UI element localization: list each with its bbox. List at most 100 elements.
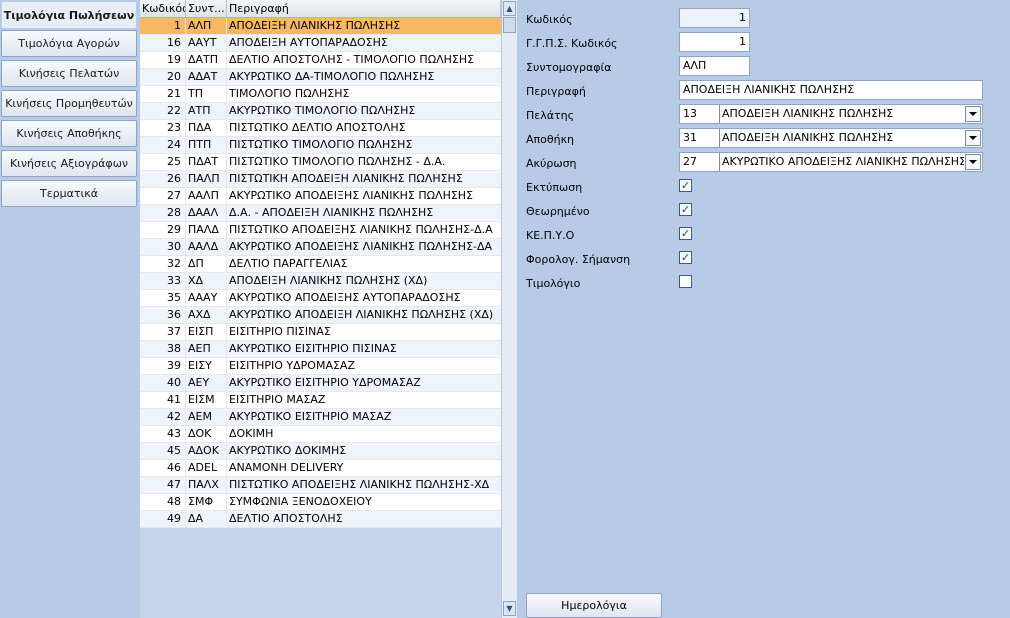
row-abbreviation-cell: ΠΔΑ: [186, 120, 227, 136]
row-description-cell: ΑΚΥΡΩΤΙΚΟ ΑΠΟΔΕΙΞΗΣ ΛΙΑΝΙΚΗΣ ΠΩΛΗΣΗΣ: [229, 189, 474, 202]
table-row[interactable]: 19 ΔΑΤΠ ΔΕΛΤΙΟ ΑΠΟΣΤΟΛΗΣ - ΤΙΜΟΛΟΓΙΟ ΠΩΛΗΣ…: [140, 52, 501, 69]
sidebar-item-supplier-transactions[interactable]: Κινήσεις Προμηθευτών: [1, 90, 137, 117]
row-code-cell: 24: [140, 137, 186, 153]
sidebar-item-purchase-invoices[interactable]: Τιμολόγια Αγορών: [1, 30, 137, 57]
table-row[interactable]: 30 ΑΑΛΔ ΑΚΥΡΩΤΙΚΟ ΑΠΟΔΕΙΞΗΣ ΛΙΑΝΙΚΗΣ ΠΩΛΗΣ…: [140, 239, 501, 256]
scroll-up-arrow-icon[interactable]: ▲: [503, 1, 516, 16]
row-description-cell: ΑΚΥΡΩΤΙΚΟ ΔΑ-ΤΙΜΟΛΟΓΙΟ ΠΩΛΗΣΗΣ: [229, 70, 435, 83]
checkmark-icon: ✓: [680, 179, 691, 192]
kepyo-checkbox[interactable]: ✓: [679, 227, 692, 240]
table-row[interactable]: 32 ΔΠ ΔΕΛΤΙΟ ΠΑΡΑΓΓΕΛΙΑΣ: [140, 256, 501, 273]
row-code-cell: 36: [140, 307, 186, 323]
row-abbreviation-cell: ΑΤΠ: [186, 103, 227, 119]
dropdown-arrow-icon[interactable]: [965, 106, 981, 122]
cancellation-combo[interactable]: 27 ΑΚΥΡΩΤΙΚΟ ΑΠΟΔΕΙΞΗΣ ΛΙΑΝΙΚΗΣ ΠΩΛΗΣΗΣ: [679, 152, 983, 172]
sidebar-item-securities-transactions[interactable]: Κινήσεις Αξιογράφων: [1, 150, 137, 177]
table-row[interactable]: 43 ΔΟΚ ΔΟΚΙΜΗ: [140, 426, 501, 443]
sidebar-item-customer-transactions[interactable]: Κινήσεις Πελατών: [1, 60, 137, 87]
row-description-cell: ΠΙΣΤΩΤΙΚΟ ΑΠΟΔΕΙΞΗΣ ΛΙΑΝΙΚΗΣ ΠΩΛΗΣΗΣ-Δ.Α: [229, 223, 493, 236]
row-code-cell: 49: [140, 511, 186, 527]
row-code-cell: 38: [140, 341, 186, 357]
table-row[interactable]: 40 ΑΕΥ ΑΚΥΡΩΤΙΚΟ ΕΙΣΙΤΗΡΙΟ ΥΔΡΟΜΑΣΑΖ: [140, 375, 501, 392]
customer-combo[interactable]: 13 ΑΠΟΔΕΙΞΗ ΛΙΑΝΙΚΗΣ ΠΩΛΗΣΗΣ: [679, 104, 983, 124]
table-row[interactable]: 48 ΣΜΦ ΣΥΜΦΩΝΙΑ ΞΕΝΟΔΟΧΕΙΟΥ: [140, 494, 501, 511]
table-row[interactable]: 21 ΤΠ ΤΙΜΟΛΟΓΙΟ ΠΩΛΗΣΗΣ: [140, 86, 501, 103]
vertical-scrollbar[interactable]: ▲ ▼: [501, 0, 517, 618]
warehouse-description: ΑΠΟΔΕΙΞΗ ΛΙΑΝΙΚΗΣ ΠΩΛΗΣΗΣ: [722, 131, 894, 144]
table-row[interactable]: 20 ΑΔΑΤ ΑΚΥΡΩΤΙΚΟ ΔΑ-ΤΙΜΟΛΟΓΙΟ ΠΩΛΗΣΗΣ: [140, 69, 501, 86]
table-row[interactable]: 36 ΑΧΔ ΑΚΥΡΩΤΙΚΟ ΑΠΟΔΕΙΞΗ ΛΙΑΝΙΚΗΣ ΠΩΛΗΣΗΣ…: [140, 307, 501, 324]
column-header-abbreviation[interactable]: Συντ...: [186, 0, 227, 17]
table-row[interactable]: 38 ΑΕΠ ΑΚΥΡΩΤΙΚΟ ΕΙΣΙΤΗΡΙΟ ΠΙΣΙΝΑΣ: [140, 341, 501, 358]
calendars-button[interactable]: Ημερολόγια: [526, 593, 662, 618]
row-abbreviation-cell: ΧΔ: [186, 273, 227, 289]
grid-rows: 1 ΑΛΠ ΑΠΟΔΕΙΞΗ ΛΙΑΝΙΚΗΣ ΠΩΛΗΣΗΣ 16 ΑΑΥΤ ΑΠΟΔΕ…: [140, 18, 501, 528]
row-description-cell: ΑΚΥΡΩΤΙΚΟ ΕΙΣΙΤΗΡΙΟ ΜΑΣΑΖ: [229, 410, 392, 423]
table-row[interactable]: 1 ΑΛΠ ΑΠΟΔΕΙΞΗ ΛΙΑΝΙΚΗΣ ΠΩΛΗΣΗΣ: [140, 18, 501, 35]
scrollbar-thumb[interactable]: [503, 17, 516, 33]
column-header-description[interactable]: Περιγραφή: [227, 0, 501, 17]
row-description-cell: ΑΠΟΔΕΙΞΗ ΛΙΑΝΙΚΗΣ ΠΩΛΗΣΗΣ (ΧΔ): [229, 274, 428, 287]
customer-code[interactable]: 13: [680, 105, 720, 123]
customer-description: ΑΠΟΔΕΙΞΗ ΛΙΑΝΙΚΗΣ ΠΩΛΗΣΗΣ: [722, 107, 894, 120]
warehouse-code[interactable]: 31: [680, 129, 720, 147]
row-abbreviation-cell: ΠΔΑΤ: [186, 154, 227, 170]
table-row[interactable]: 22 ΑΤΠ ΑΚΥΡΩΤΙΚΟ ΤΙΜΟΛΟΓΙΟ ΠΩΛΗΣΗΣ: [140, 103, 501, 120]
table-row[interactable]: 25 ΠΔΑΤ ΠΙΣΤΩΤΙΚΟ ΤΙΜΟΛΟΓΙΟ ΠΩΛΗΣΗΣ - Δ.Α.: [140, 154, 501, 171]
document-types-grid[interactable]: Κωδικός Συντ... Περιγραφή 1 ΑΛΠ ΑΠΟΔΕΙΞΗ Λ…: [140, 0, 517, 618]
ggps-code-field[interactable]: 1: [679, 32, 750, 52]
approved-label: Θεωρημένο: [526, 205, 590, 218]
table-row[interactable]: 41 ΕΙΣΜ ΕΙΣΙΤΗΡΙΟ ΜΑΣΑΖ: [140, 392, 501, 409]
checkmark-icon: ✓: [680, 203, 691, 216]
code-field[interactable]: 1: [679, 8, 750, 28]
row-abbreviation-cell: ΔΠ: [186, 256, 227, 272]
table-row[interactable]: 47 ΠΑΛΧ ΠΙΣΤΩΤΙΚΟ ΑΠΟΔΕΙΞΗΣ ΛΙΑΝΙΚΗΣ ΠΩΛΗΣ…: [140, 477, 501, 494]
table-row[interactable]: 46 ADEL ΑΝΑΜΟΝΗ DELIVERY: [140, 460, 501, 477]
table-row[interactable]: 39 ΕΙΣΥ ΕΙΣΙΤΗΡΙΟ ΥΔΡΟΜΑΣΑΖ: [140, 358, 501, 375]
row-description-cell: ΑΚΥΡΩΤΙΚΟ ΑΠΟΔΕΙΞΗΣ ΑΥΤΟΠΑΡΑΔΟΣΗΣ: [229, 291, 461, 304]
description-field[interactable]: ΑΠΟΔΕΙΞΗ ΛΙΑΝΙΚΗΣ ΠΩΛΗΣΗΣ: [679, 80, 983, 100]
row-description-cell: ΑΚΥΡΩΤΙΚΟ ΕΙΣΙΤΗΡΙΟ ΠΙΣΙΝΑΣ: [229, 342, 397, 355]
sidebar-item-warehouse-transactions[interactable]: Κινήσεις Αποθήκης: [1, 120, 137, 147]
table-row[interactable]: 37 ΕΙΣΠ ΕΙΣΙΤΗΡΙΟ ΠΙΣΙΝΑΣ: [140, 324, 501, 341]
sidebar-item-sales-invoices[interactable]: Τιμολόγια Πωλήσεων: [1, 1, 137, 29]
table-row[interactable]: 28 ΔΑΑΛ Δ.Α. - ΑΠΟΔΕΙΞΗ ΛΙΑΝΙΚΗΣ ΠΩΛΗΣΗΣ: [140, 205, 501, 222]
dropdown-arrow-icon[interactable]: [965, 154, 981, 170]
row-code-cell: 25: [140, 154, 186, 170]
invoice-checkbox[interactable]: [679, 275, 692, 288]
print-checkbox[interactable]: ✓: [679, 179, 692, 192]
table-row[interactable]: 16 ΑΑΥΤ ΑΠΟΔΕΙΞΗ ΑΥΤΟΠΑΡΑΔΟΣΗΣ: [140, 35, 501, 52]
table-row[interactable]: 49 ΔΑ ΔΕΛΤΙΟ ΑΠΟΣΤΟΛΗΣ: [140, 511, 501, 528]
cancellation-code[interactable]: 27: [680, 153, 720, 171]
row-description-cell: ΑΚΥΡΩΤΙΚΟ ΔΟΚΙΜΗΣ: [229, 444, 347, 457]
sidebar-item-label: Κινήσεις Αξιογράφων: [9, 157, 129, 170]
dropdown-arrow-icon[interactable]: [965, 130, 981, 146]
approved-checkbox[interactable]: ✓: [679, 203, 692, 216]
table-row[interactable]: 33 ΧΔ ΑΠΟΔΕΙΞΗ ΛΙΑΝΙΚΗΣ ΠΩΛΗΣΗΣ (ΧΔ): [140, 273, 501, 290]
row-description-cell: ΕΙΣΙΤΗΡΙΟ ΠΙΣΙΝΑΣ: [229, 325, 331, 338]
table-row[interactable]: 26 ΠΑΛΠ ΠΙΣΤΩΤΙΚΗ ΑΠΟΔΕΙΞΗ ΛΙΑΝΙΚΗΣ ΠΩΛΗΣΗ…: [140, 171, 501, 188]
row-code-cell: 47: [140, 477, 186, 493]
sidebar-item-label: Τιμολόγια Πωλήσεων: [3, 8, 135, 22]
row-code-cell: 41: [140, 392, 186, 408]
table-row[interactable]: 27 ΑΑΛΠ ΑΚΥΡΩΤΙΚΟ ΑΠΟΔΕΙΞΗΣ ΛΙΑΝΙΚΗΣ ΠΩΛΗΣ…: [140, 188, 501, 205]
calendars-button-label: Ημερολόγια: [561, 599, 627, 612]
table-row[interactable]: 42 ΑΕΜ ΑΚΥΡΩΤΙΚΟ ΕΙΣΙΤΗΡΙΟ ΜΑΣΑΖ: [140, 409, 501, 426]
abbreviation-field[interactable]: ΑΛΠ: [679, 56, 750, 76]
column-header-code[interactable]: Κωδικός: [140, 0, 186, 17]
table-row[interactable]: 45 ΑΔΟΚ ΑΚΥΡΩΤΙΚΟ ΔΟΚΙΜΗΣ: [140, 443, 501, 460]
sidebar-item-terminals[interactable]: Τερματικά: [1, 180, 137, 207]
warehouse-combo[interactable]: 31 ΑΠΟΔΕΙΞΗ ΛΙΑΝΙΚΗΣ ΠΩΛΗΣΗΣ: [679, 128, 983, 148]
table-row[interactable]: 23 ΠΔΑ ΠΙΣΤΩΤΙΚΟ ΔΕΛΤΙΟ ΑΠΟΣΤΟΛΗΣ: [140, 120, 501, 137]
table-row[interactable]: 35 ΑΑΑΥ ΑΚΥΡΩΤΙΚΟ ΑΠΟΔΕΙΞΗΣ ΑΥΤΟΠΑΡΑΔΟΣΗΣ: [140, 290, 501, 307]
tax-marking-checkbox[interactable]: ✓: [679, 251, 692, 264]
row-code-cell: 20: [140, 69, 186, 85]
row-description-cell: ΤΙΜΟΛΟΓΙΟ ΠΩΛΗΣΗΣ: [229, 87, 350, 100]
scroll-down-arrow-icon[interactable]: ▼: [503, 601, 516, 616]
row-code-cell: 28: [140, 205, 186, 221]
row-description-cell: ΔΟΚΙΜΗ: [229, 427, 274, 440]
table-row[interactable]: 24 ΠΤΠ ΠΙΣΤΩΤΙΚΟ ΤΙΜΟΛΟΓΙΟ ΠΩΛΗΣΗΣ: [140, 137, 501, 154]
checkmark-icon: ✓: [680, 251, 691, 264]
table-row[interactable]: 29 ΠΑΛΔ ΠΙΣΤΩΤΙΚΟ ΑΠΟΔΕΙΞΗΣ ΛΙΑΝΙΚΗΣ ΠΩΛΗΣ…: [140, 222, 501, 239]
row-abbreviation-cell: ΠΑΛΔ: [186, 222, 227, 238]
